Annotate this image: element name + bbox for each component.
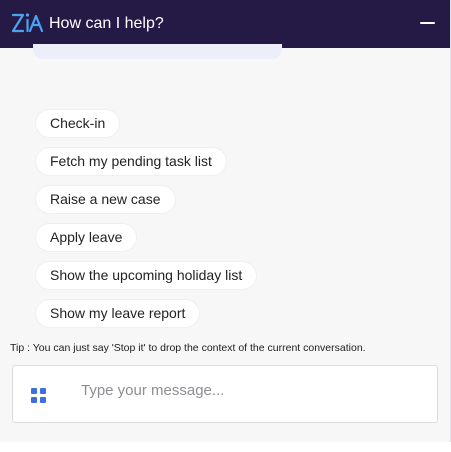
zia-logo-icon <box>11 13 44 33</box>
suggestion-raise-new-case[interactable]: Raise a new case <box>35 185 176 214</box>
minimize-button[interactable] <box>414 12 438 34</box>
suggestion-fetch-pending-tasks[interactable]: Fetch my pending task list <box>35 147 227 176</box>
message-composer <box>12 365 438 423</box>
grid-menu-icon[interactable] <box>31 388 47 404</box>
suggestion-upcoming-holiday-list[interactable]: Show the upcoming holiday list <box>35 261 258 290</box>
suggestion-apply-leave[interactable]: Apply leave <box>35 223 138 252</box>
suggestion-leave-report[interactable]: Show my leave report <box>35 299 201 328</box>
tip-text: Tip : You can just say 'Stop it' to drop… <box>10 342 366 354</box>
message-input[interactable] <box>81 375 421 405</box>
chat-panel: How can I help? Check-in Fetch my pendin… <box>0 0 451 442</box>
chat-header: How can I help? <box>0 0 450 48</box>
suggestion-check-in[interactable]: Check-in <box>35 109 121 138</box>
chat-title: How can I help? <box>49 15 164 32</box>
previous-message-bubble <box>33 44 282 59</box>
bottom-strip <box>0 442 451 452</box>
